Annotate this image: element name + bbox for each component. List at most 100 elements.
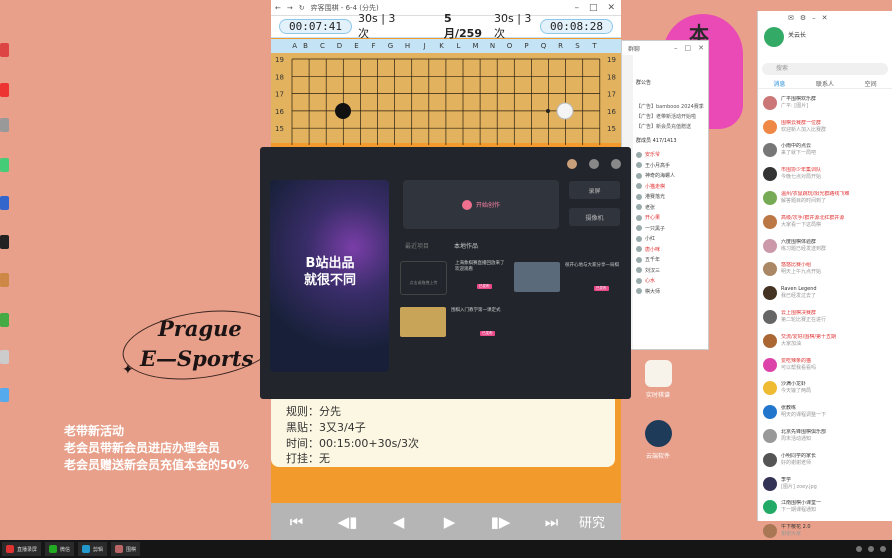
maximize-icon[interactable]: □ <box>589 3 598 13</box>
maximize-icon[interactable]: □ <box>685 44 692 52</box>
member-item[interactable]: 安乐爷 <box>636 151 660 158</box>
black-stone[interactable] <box>335 103 351 119</box>
previous-move-icon[interactable]: ◀ <box>373 513 424 531</box>
last-move-icon[interactable]: ⏭ <box>526 513 577 531</box>
battery-icon[interactable] <box>880 546 886 552</box>
desktop-shortcut-icon[interactable] <box>0 83 9 97</box>
conversation-item[interactable]: 六度围棋体验群 练习题已经发送到群 <box>758 234 892 258</box>
network-icon[interactable] <box>856 546 862 552</box>
conversation-item[interactable]: 高级/次手/群并源北红群并源 大家看一下这局棋 <box>758 210 892 234</box>
upload-button[interactable]: 点击或拖拽上传 <box>400 261 447 295</box>
conversation-item[interactable]: 爱吃辣条的猫 可以帮我看看吗 <box>758 353 892 377</box>
column-label: A <box>292 42 297 50</box>
conversation-item[interactable]: 交流/爱好/围棋/第十五期 大家加油 <box>758 329 892 353</box>
mail-icon[interactable]: ✉ <box>788 14 794 22</box>
settings-icon[interactable]: ⚙ <box>800 14 806 22</box>
conversation-item[interactable]: 小雨中的点云 来了就下一局吧 <box>758 139 892 163</box>
desktop-shortcut-icon[interactable] <box>0 350 9 364</box>
conversation-item[interactable]: 北京先锋围棋俱乐部 周末活动通知 <box>758 424 892 448</box>
live-board-app-icon[interactable] <box>645 360 672 387</box>
close-icon[interactable]: ✕ <box>698 44 704 52</box>
member-item[interactable]: 港赛落光 <box>636 193 665 200</box>
screen-record-button[interactable]: 录屏 <box>569 181 620 199</box>
cloud-app-icon[interactable] <box>645 420 672 447</box>
video-card[interactable]: 很开心地与大家分享一局棋 已发布 <box>514 262 622 296</box>
tab-recent[interactable]: 最近项目 <box>405 241 429 250</box>
desktop-shortcut-icon[interactable] <box>0 118 9 132</box>
next-ten-icon[interactable]: ▮▶ <box>475 513 526 531</box>
desktop-shortcut-icon[interactable] <box>0 235 9 249</box>
taskbar-item[interactable]: 直播录屏 <box>2 542 42 556</box>
desktop-shortcut-icon[interactable] <box>0 273 9 287</box>
first-move-icon[interactable]: ⏮ <box>271 513 322 531</box>
next-move-icon[interactable]: ▶ <box>424 513 475 531</box>
member-item[interactable]: 王小月高手 <box>636 162 670 169</box>
member-item[interactable]: 一只黑子 <box>636 225 665 232</box>
desktop-shortcut-icon[interactable] <box>0 158 9 172</box>
member-item[interactable]: 开心果 <box>636 214 660 221</box>
conversation-item[interactable]: 广平围棋欢乐群 广平: [图片] <box>758 91 892 115</box>
close-icon[interactable]: ✕ <box>607 3 615 13</box>
forward-icon[interactable]: → <box>287 4 293 12</box>
member-item[interactable]: 棋大师 <box>636 288 660 295</box>
minimize-icon[interactable]: – <box>674 44 678 52</box>
conversation-item[interactable]: 小明同学的家长 好的谢谢老师 <box>758 448 892 472</box>
conversation-item[interactable]: 悠悠比赛小组 明天上午九点开始 <box>758 258 892 282</box>
member-item[interactable]: 小红 <box>636 235 655 242</box>
member-item[interactable]: 刘汉三 <box>636 267 660 274</box>
research-button[interactable]: 研究 <box>579 512 605 531</box>
video-card[interactable]: 围棋入门教学第一课定式 已发布 <box>400 307 508 341</box>
row-label: 19 <box>275 56 284 64</box>
conversation-item[interactable]: 市围协少年集训队 今晚七点对局开始 <box>758 162 892 186</box>
member-item[interactable]: 五千年 <box>636 256 660 263</box>
menu-icon[interactable] <box>611 159 621 169</box>
member-item[interactable]: 老张 <box>636 204 655 211</box>
tab-space[interactable]: 空间 <box>865 79 877 88</box>
conversation-item[interactable]: 李学 [图片] zoey.jpg <box>758 472 892 496</box>
conversation-item[interactable]: 温州/衣鼠跳玩/阳光群路线飞难 解答题目的时间到了 <box>758 186 892 210</box>
volume-icon[interactable] <box>868 546 874 552</box>
conversation-item[interactable]: Raven Legend 我已经发过去了 <box>758 281 892 305</box>
board-grid[interactable]: 19 19 18 18 17 17 16 16 15 15 <box>271 53 621 145</box>
conversation-item[interactable]: 张教练 明天的课程调整一下 <box>758 400 892 424</box>
avatar[interactable] <box>764 27 784 47</box>
app-icon <box>82 545 91 553</box>
column-coordinates: AB C D E F G H J K L M N O P Q R S T <box>271 39 621 53</box>
conversation-item[interactable]: 围棋云赛群一位群 欢迎新人加入比赛群 <box>758 115 892 139</box>
back-icon[interactable]: ← <box>275 4 281 12</box>
previous-ten-icon[interactable]: ◀▮ <box>322 513 373 531</box>
desktop-shortcut-icon[interactable] <box>0 196 9 210</box>
member-item[interactable]: 心水 <box>636 277 655 284</box>
member-name: 刘汉三 <box>645 267 661 274</box>
desktop-shortcut-icon[interactable] <box>0 388 9 402</box>
desktop-shortcut-icon[interactable] <box>0 313 9 327</box>
close-icon[interactable]: ✕ <box>822 14 828 22</box>
white-stone[interactable] <box>556 102 574 120</box>
member-item[interactable]: 唐小咪 <box>636 246 660 253</box>
taskbar-item[interactable]: 剪辑 <box>78 542 108 556</box>
conversation-item[interactable]: 江南围棋小课堂一 下一期课程通知 <box>758 496 892 520</box>
member-item[interactable]: 小猫走棋 <box>636 183 665 190</box>
app-icon <box>115 545 124 553</box>
video-title: 围棋入门教学第一课定式 <box>451 308 501 313</box>
member-name: 一只黑子 <box>645 225 666 232</box>
conversation-preview: 第二轮比赛正在进行 <box>781 317 827 324</box>
minimize-icon[interactable]: – <box>574 3 579 13</box>
avatar[interactable] <box>567 159 577 169</box>
minimize-icon[interactable]: – <box>812 14 816 22</box>
tab-local[interactable]: 本地作品 <box>454 241 478 250</box>
settings-icon[interactable] <box>589 159 599 169</box>
taskbar-item[interactable]: 微信 <box>45 542 75 556</box>
conversation-item[interactable]: 云上围棋决赛群 第二轮比赛正在进行 <box>758 305 892 329</box>
conversation-item[interactable]: 沙满小龙虾 今天输了两局 <box>758 377 892 401</box>
tab-contacts[interactable]: 联系人 <box>816 79 834 88</box>
start-creation-button[interactable]: 开始创作 <box>403 180 559 229</box>
tab-messages[interactable]: 消息 <box>773 79 785 88</box>
search-input[interactable]: 搜索 <box>762 63 888 75</box>
refresh-icon[interactable]: ↻ <box>299 4 305 12</box>
member-item[interactable]: 神奇的海螺人 <box>636 172 675 179</box>
go-board[interactable]: AB C D E F G H J K L M N O P Q R S T 19 19 18 18 17 17 16 16 15 15 <box>271 39 621 145</box>
taskbar-item[interactable]: 围棋 <box>111 542 141 556</box>
desktop-shortcut-icon[interactable] <box>0 43 9 57</box>
camera-button[interactable]: 摄像机 <box>569 208 620 226</box>
